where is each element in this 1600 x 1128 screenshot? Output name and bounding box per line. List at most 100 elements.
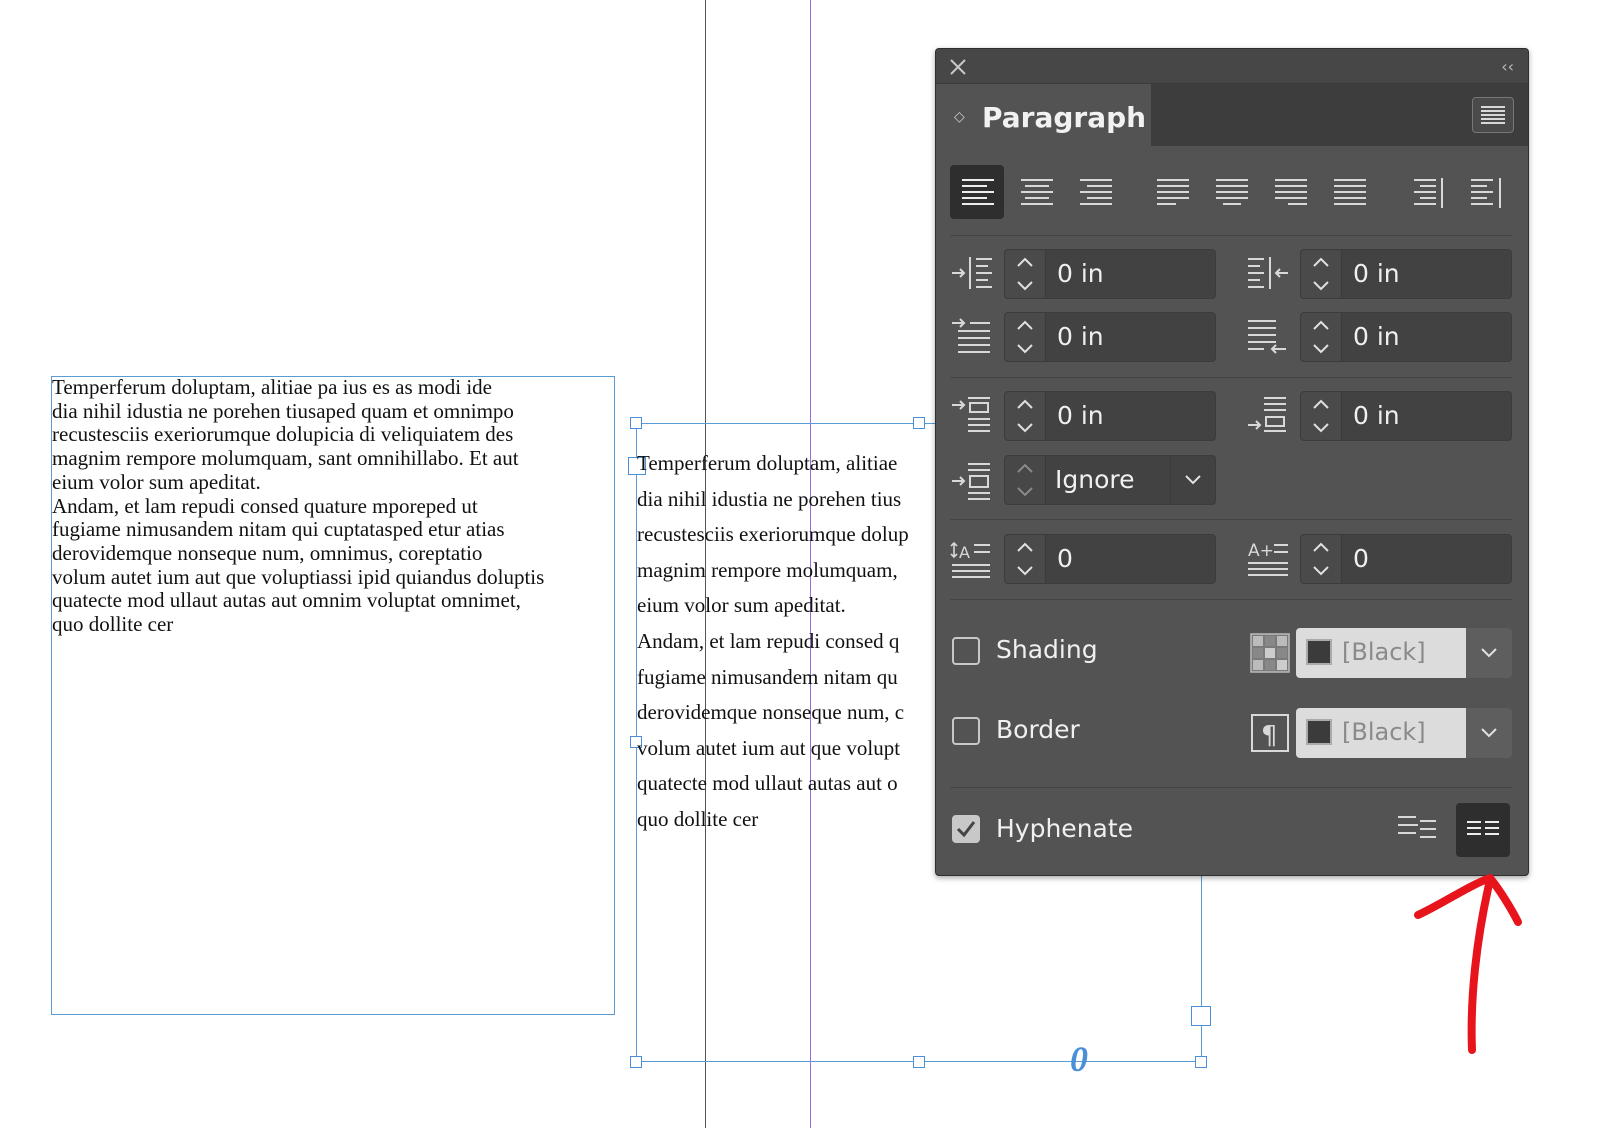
- drop-cap-lines-field[interactable]: 0: [1004, 534, 1216, 584]
- text-frame-1-content[interactable]: Temperferum doluptam, alitiae pa ius es …: [52, 375, 612, 637]
- panel-tab-strip: ◇ Paragraph: [936, 84, 1528, 150]
- last-line-right-indent-field[interactable]: 0 in: [1300, 312, 1512, 362]
- svg-text:¶: ¶: [1261, 721, 1278, 751]
- do-not-align-to-baseline-grid-icon: [1467, 821, 1499, 835]
- justify-center-button[interactable]: [1204, 165, 1258, 219]
- section-divider: [950, 787, 1512, 788]
- space-between-dropdown-arrow[interactable]: [1170, 456, 1215, 504]
- border-label: Border: [996, 715, 1080, 744]
- border-swatch-chip: [1306, 719, 1332, 745]
- border-color-select[interactable]: [Black]: [1296, 708, 1512, 758]
- right-indent-value[interactable]: 0 in: [1353, 259, 1400, 288]
- hyphenate-checkbox[interactable]: [952, 815, 980, 843]
- shading-grid-icon[interactable]: [1250, 633, 1290, 673]
- align-center-button[interactable]: [1009, 165, 1063, 219]
- space-before-stepper[interactable]: [1005, 392, 1046, 440]
- drop-cap-characters-stepper[interactable]: [1301, 535, 1342, 583]
- section-divider: [950, 519, 1512, 520]
- tab-paragraph-label: Paragraph: [982, 101, 1147, 134]
- left-indent-value[interactable]: 0 in: [1057, 259, 1104, 288]
- space-after-stepper[interactable]: [1301, 392, 1342, 440]
- frame-out-port[interactable]: [1191, 1006, 1211, 1026]
- left-indent-field[interactable]: 0 in: [1004, 249, 1216, 299]
- justify-right-button[interactable]: [1263, 165, 1317, 219]
- chevron-up-icon: [1017, 399, 1033, 409]
- chevron-down-icon: [1313, 344, 1329, 354]
- paragraph-border-icon[interactable]: ¶: [1250, 713, 1290, 753]
- tab-expand-icon[interactable]: ◇: [954, 108, 965, 125]
- text-frame-2-content[interactable]: Temperferum doluptam, alitiae dia nihil …: [637, 446, 937, 846]
- space-between-stepper[interactable]: [1005, 456, 1046, 504]
- shading-dropdown-arrow[interactable]: [1466, 628, 1512, 678]
- frame-handle-top-left[interactable]: [630, 417, 642, 429]
- drop-cap-characters-icon: A+: [1248, 541, 1288, 576]
- space-between-value[interactable]: Ignore: [1055, 465, 1135, 494]
- first-line-indent-field[interactable]: 0 in: [1004, 312, 1216, 362]
- chevron-up-icon: [1017, 257, 1033, 267]
- last-line-right-indent-value[interactable]: 0 in: [1353, 322, 1400, 351]
- frame-handle-top-middle[interactable]: [913, 417, 925, 429]
- last-line-right-indent-stepper[interactable]: [1301, 313, 1342, 361]
- align-left-button[interactable]: [950, 165, 1004, 219]
- chevron-down-icon: [1017, 423, 1033, 433]
- svg-text:A: A: [959, 543, 970, 562]
- checkmark-icon: [956, 821, 976, 838]
- panel-menu-button[interactable]: [1472, 97, 1514, 133]
- frame-handle-bottom-right[interactable]: [1195, 1056, 1207, 1068]
- left-indent-icon: [952, 257, 992, 289]
- shading-label: Shading: [996, 635, 1098, 664]
- paragraph-panel: ‹‹ ◇ Paragraph 0 in 0 in 0 in 0 in 0 in …: [935, 48, 1529, 876]
- shading-color-select[interactable]: [Black]: [1296, 628, 1512, 678]
- right-indent-stepper[interactable]: [1301, 250, 1342, 298]
- space-after-field[interactable]: 0 in: [1300, 391, 1512, 441]
- first-line-indent-value[interactable]: 0 in: [1057, 322, 1104, 351]
- do-not-align-to-baseline-grid-button[interactable]: [1456, 803, 1510, 857]
- drop-cap-lines-value[interactable]: 0: [1057, 544, 1073, 573]
- align-towards-spine-icon: [1414, 178, 1443, 208]
- border-swatch-field[interactable]: [Black]: [1296, 708, 1466, 758]
- close-icon[interactable]: [948, 57, 968, 77]
- section-divider: [950, 599, 1512, 600]
- align-towards-spine-button[interactable]: [1399, 165, 1453, 219]
- chevron-up-icon: [1313, 542, 1329, 552]
- chevron-up-icon: [1017, 320, 1033, 330]
- frame-handle-bottom-left[interactable]: [630, 1056, 642, 1068]
- last-line-right-indent-icon: [1248, 320, 1286, 354]
- space-between-dropdown[interactable]: Ignore: [1004, 455, 1216, 505]
- justify-center-icon: [1216, 179, 1248, 205]
- first-line-indent-stepper[interactable]: [1005, 313, 1046, 361]
- chevron-down-icon: [1185, 475, 1201, 485]
- hyphenate-label: Hyphenate: [996, 814, 1134, 843]
- chevron-up-icon: [1313, 399, 1329, 409]
- tab-paragraph[interactable]: ◇ Paragraph: [936, 84, 1151, 150]
- chevron-up-icon: [1017, 542, 1033, 552]
- chevron-down-icon: [1017, 281, 1033, 291]
- drop-cap-lines-stepper[interactable]: [1005, 535, 1046, 583]
- justify-all-button[interactable]: [1322, 165, 1376, 219]
- border-dropdown-arrow[interactable]: [1466, 708, 1512, 758]
- space-after-value[interactable]: 0 in: [1353, 401, 1400, 430]
- left-indent-stepper[interactable]: [1005, 250, 1046, 298]
- shading-swatch-field[interactable]: [Black]: [1296, 628, 1466, 678]
- align-to-baseline-grid-icon[interactable]: [1396, 811, 1440, 847]
- align-center-icon: [1021, 179, 1053, 205]
- chevron-down-icon: [1017, 344, 1033, 354]
- align-right-button[interactable]: [1068, 165, 1122, 219]
- drop-cap-characters-value[interactable]: 0: [1353, 544, 1369, 573]
- panel-title-bar[interactable]: ‹‹: [936, 49, 1528, 84]
- justify-left-button[interactable]: [1145, 165, 1199, 219]
- shading-checkbox[interactable]: [952, 637, 980, 665]
- space-before-field[interactable]: 0 in: [1004, 391, 1216, 441]
- border-swatch-value: [Black]: [1342, 718, 1426, 746]
- align-away-from-spine-button[interactable]: [1458, 165, 1512, 219]
- frame-handle-bottom-middle[interactable]: [913, 1056, 925, 1068]
- chevron-down-icon: [1017, 566, 1033, 576]
- space-before-value[interactable]: 0 in: [1057, 401, 1104, 430]
- collapse-panel-icon[interactable]: ‹‹: [1501, 57, 1514, 76]
- drop-cap-characters-field[interactable]: 0: [1300, 534, 1512, 584]
- svg-text:A+: A+: [1248, 541, 1274, 561]
- border-checkbox[interactable]: [952, 717, 980, 745]
- right-indent-field[interactable]: 0 in: [1300, 249, 1512, 299]
- align-away-from-spine-icon: [1471, 178, 1501, 208]
- space-between-icon: [952, 463, 990, 500]
